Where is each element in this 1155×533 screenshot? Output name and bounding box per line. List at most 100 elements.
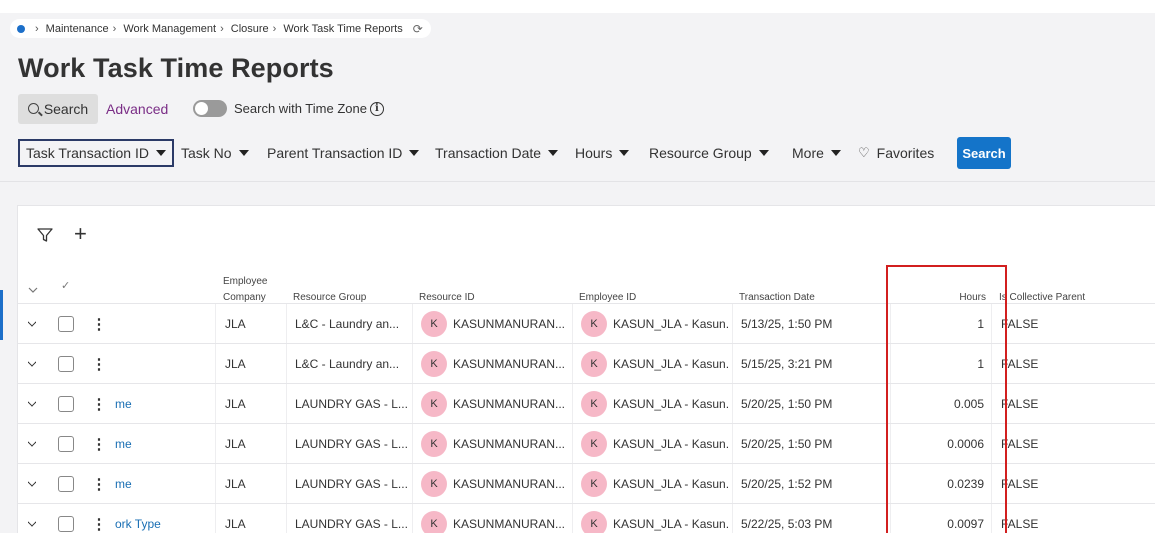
breadcrumb-item-work-management[interactable]: Work Management: [123, 23, 216, 35]
checkbox-box: [58, 396, 74, 412]
row-link[interactable]: me: [115, 424, 215, 464]
filter-label: Resource Group: [649, 145, 752, 161]
column-separator: [215, 504, 216, 533]
cell-employee-id[interactable]: K KASUN_JLA - Kasun...: [581, 384, 729, 424]
row-checkbox[interactable]: [58, 504, 74, 533]
row-link[interactable]: [115, 344, 215, 384]
collapse-all-icon[interactable]: [28, 281, 38, 299]
row-checkbox[interactable]: [58, 384, 74, 424]
row-actions-icon[interactable]: ⋮: [94, 304, 104, 344]
avatar: K: [581, 391, 607, 417]
row-actions-icon[interactable]: ⋮: [94, 424, 104, 464]
row-expand-icon[interactable]: [28, 344, 36, 384]
cell-resource-id[interactable]: K KASUNMANURAN...: [421, 504, 569, 533]
filter-task-no[interactable]: Task No: [181, 139, 249, 167]
row-checkbox[interactable]: [58, 304, 74, 344]
advanced-tab[interactable]: Advanced: [106, 101, 168, 117]
cell-resource-id[interactable]: K KASUNMANURAN...: [421, 424, 569, 464]
filter-parent-transaction-id[interactable]: Parent Transaction ID: [267, 139, 420, 167]
filter-resource-group[interactable]: Resource Group: [649, 139, 769, 167]
chevron-down-icon: [28, 435, 36, 447]
row-link[interactable]: [115, 304, 215, 344]
chevron-down-icon: [28, 355, 36, 367]
divider: [0, 181, 1155, 182]
filter-transaction-date[interactable]: Transaction Date: [435, 139, 559, 167]
filter-icon[interactable]: [37, 227, 53, 248]
breadcrumb-item-closure[interactable]: Closure: [231, 23, 269, 35]
row-expand-icon[interactable]: [28, 304, 36, 344]
row-checkbox[interactable]: [58, 344, 74, 384]
avatar: K: [421, 511, 447, 533]
filter-label: Transaction Date: [435, 145, 542, 161]
cell-resource-group: L&C - Laundry an...: [295, 357, 400, 371]
column-separator: [572, 304, 573, 344]
cell-employee-id[interactable]: K KASUN_JLA - Kasun...: [581, 464, 729, 504]
row-actions-icon[interactable]: ⋮: [94, 504, 104, 533]
row-link[interactable]: ork Type: [115, 504, 215, 533]
chevron-right-icon: ›: [112, 22, 117, 35]
row-link[interactable]: me: [115, 464, 215, 504]
cell-employee-id[interactable]: K KASUN_JLA - Kasun...: [581, 504, 729, 533]
add-icon[interactable]: +: [74, 221, 87, 247]
page-title: Work Task Time Reports: [18, 53, 334, 83]
row-expand-icon[interactable]: [28, 424, 36, 464]
filter-label: Hours: [575, 145, 613, 161]
employee-id-text: KASUN_JLA - Kasun...: [613, 437, 729, 451]
search-button[interactable]: Search: [957, 137, 1011, 169]
selection-accent: [0, 290, 3, 340]
timezone-toggle[interactable]: [193, 100, 227, 117]
column-separator: [412, 344, 413, 384]
column-separator: [572, 344, 573, 384]
search-tab[interactable]: Search: [18, 94, 98, 124]
resource-id-text: KASUNMANURAN...: [453, 477, 566, 491]
home-icon[interactable]: [17, 24, 25, 33]
filter-label: Parent Transaction ID: [267, 145, 403, 161]
cell-employee-id[interactable]: K KASUN_JLA - Kasun...: [581, 424, 729, 464]
checkbox-box: [58, 516, 74, 532]
avatar: K: [421, 391, 447, 417]
row-expand-icon[interactable]: [28, 464, 36, 504]
filter-more[interactable]: More: [792, 139, 841, 167]
row-expand-icon[interactable]: [28, 384, 36, 424]
select-all-check-icon[interactable]: ✓: [61, 279, 70, 292]
column-separator: [215, 384, 216, 424]
row-actions-icon[interactable]: ⋮: [94, 384, 104, 424]
checkbox-box: [58, 316, 74, 332]
filter-hours[interactable]: Hours: [575, 139, 630, 167]
cell-resource-id[interactable]: K KASUNMANURAN...: [421, 344, 569, 384]
column-separator: [215, 424, 216, 464]
refresh-icon[interactable]: ⟳: [413, 22, 423, 36]
column-separator: [412, 384, 413, 424]
row-actions-icon[interactable]: ⋮: [94, 464, 104, 504]
row-checkbox[interactable]: [58, 424, 74, 464]
column-separator: [572, 384, 573, 424]
header-employee-company-line1: Employee: [223, 276, 268, 287]
filter-task-transaction-id[interactable]: Task Transaction ID: [18, 139, 174, 167]
header-employee-company[interactable]: Employee Company: [223, 274, 267, 306]
cell-employee-id[interactable]: K KASUN_JLA - Kasun...: [581, 344, 729, 384]
row-checkbox[interactable]: [58, 464, 74, 504]
cell-employee-company: JLA: [225, 397, 246, 411]
column-separator: [286, 384, 287, 424]
row-link[interactable]: me: [115, 384, 215, 424]
row-expand-icon[interactable]: [28, 504, 36, 533]
info-icon[interactable]: i: [369, 101, 384, 116]
cell-resource-id[interactable]: K KASUNMANURAN...: [421, 384, 569, 424]
cell-resource-id[interactable]: K KASUNMANURAN...: [421, 304, 569, 344]
avatar: K: [421, 311, 447, 337]
chevron-right-icon: ›: [220, 22, 224, 35]
column-separator: [572, 504, 573, 533]
employee-id-text: KASUN_JLA - Kasun...: [613, 357, 729, 371]
favorites-button[interactable]: ♡ Favorites: [858, 139, 934, 167]
caret-down-icon: [619, 150, 630, 156]
column-separator: [412, 464, 413, 504]
app-canvas: › Maintenance › Work Management › Closur…: [0, 13, 1155, 533]
toggle-knob: [195, 102, 208, 115]
column-separator: [732, 424, 733, 464]
cell-resource-id[interactable]: K KASUNMANURAN...: [421, 464, 569, 504]
row-actions-icon[interactable]: ⋮: [94, 344, 104, 384]
cell-employee-id[interactable]: K KASUN_JLA - Kasun...: [581, 304, 729, 344]
resource-id-text: KASUNMANURAN...: [453, 517, 566, 531]
employee-id-text: KASUN_JLA - Kasun...: [613, 517, 729, 531]
breadcrumb-item-maintenance[interactable]: Maintenance: [46, 23, 109, 35]
